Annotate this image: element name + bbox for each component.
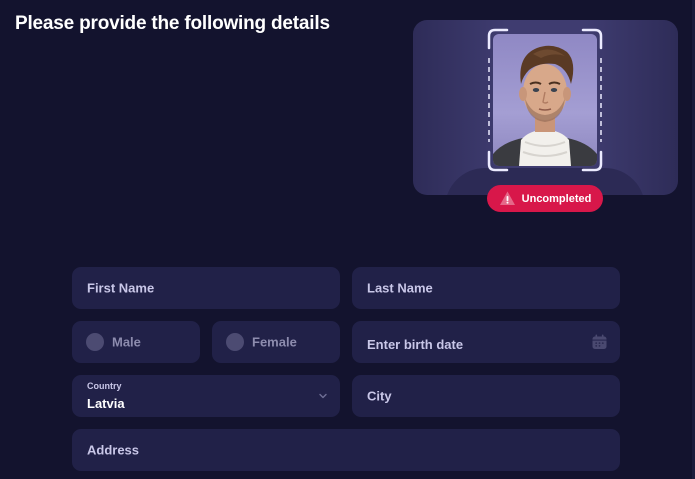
gender-radio-female[interactable]: Female: [212, 321, 340, 363]
user-photo: [493, 34, 597, 166]
first-name-input[interactable]: First Name: [72, 267, 340, 309]
details-page: Please provide the following details Unc…: [0, 0, 695, 479]
last-name-placeholder: Last Name: [367, 280, 433, 296]
address-input[interactable]: Address: [72, 429, 620, 471]
gender-radio-male[interactable]: Male: [72, 321, 200, 363]
gender-female-label: Female: [252, 334, 297, 350]
calendar-icon[interactable]: [591, 334, 608, 351]
person-portrait-icon: [493, 45, 597, 166]
birth-date-placeholder: Enter birth date: [367, 337, 464, 352]
radio-circle-icon: [226, 333, 244, 351]
first-name-placeholder: First Name: [87, 280, 155, 296]
gender-male-label: Male: [112, 334, 141, 350]
address-placeholder: Address: [87, 442, 140, 458]
city-input[interactable]: City: [352, 375, 620, 417]
warning-icon: [499, 190, 516, 207]
status-badge-label: Uncompleted: [521, 192, 592, 205]
photo-frame[interactable]: [487, 28, 603, 172]
city-placeholder: City: [367, 388, 392, 404]
country-value: Latvia: [87, 396, 125, 411]
radio-circle-icon: [86, 333, 104, 351]
country-label: Country: [87, 381, 122, 391]
status-badge: Uncompleted: [487, 185, 603, 212]
country-select[interactable]: Country Latvia: [72, 375, 340, 417]
birth-date-input[interactable]: Enter birth date: [352, 321, 620, 363]
chevron-down-icon: [319, 393, 327, 399]
last-name-input[interactable]: Last Name: [352, 267, 620, 309]
page-title: Please provide the following details: [15, 13, 330, 34]
